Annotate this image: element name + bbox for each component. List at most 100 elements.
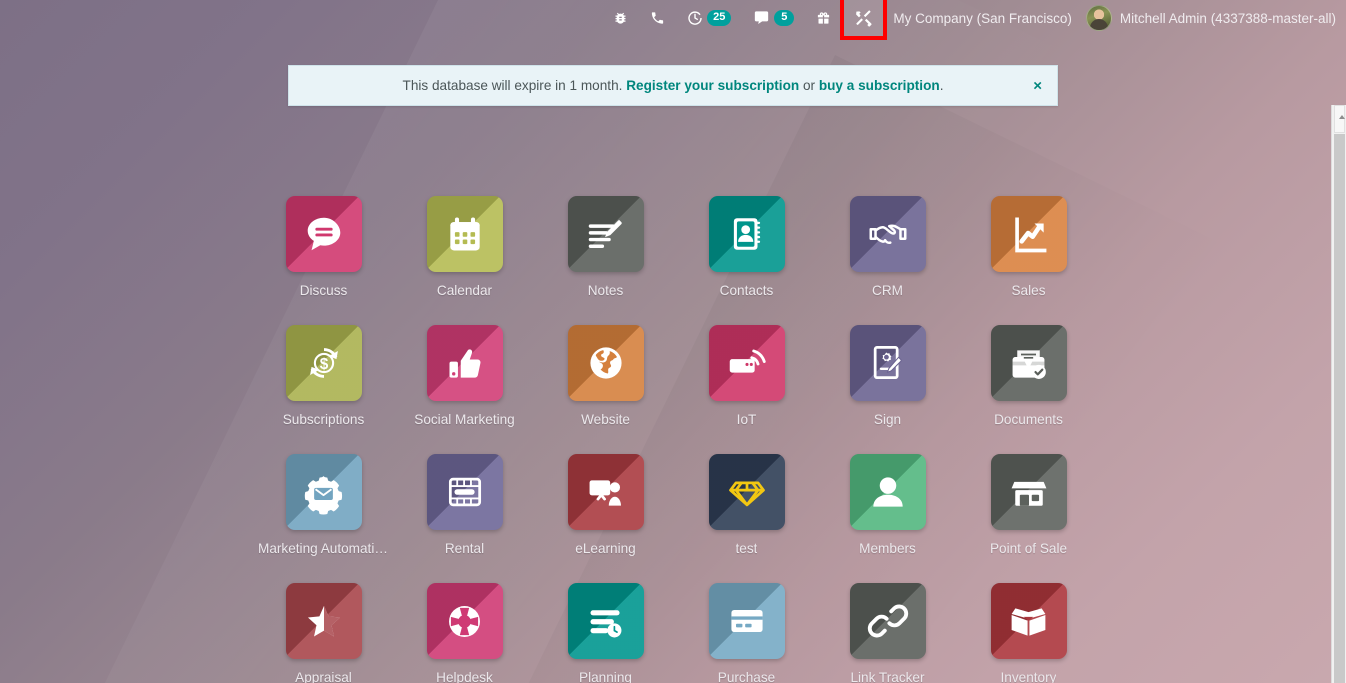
app-tile-rental[interactable]: Rental: [394, 454, 535, 556]
app-label: IoT: [736, 412, 757, 427]
link-icon: [849, 583, 926, 659]
svg-text:$: $: [319, 356, 328, 373]
phone-icon: [650, 10, 665, 26]
app-tile-notes[interactable]: Notes: [535, 196, 676, 298]
banner-middle-text: or: [799, 78, 819, 93]
apps-grid: Discuss Calendar Notes Contacts CRM Sales $ Sub…: [0, 196, 1346, 683]
sales-icon: [990, 196, 1067, 272]
app-label: CRM: [872, 283, 903, 298]
app-label: Website: [581, 412, 630, 427]
crm-icon: [849, 196, 926, 272]
scrollbar-thumb[interactable]: [1334, 105, 1345, 133]
iot-icon: [708, 325, 785, 401]
app-tile-sign[interactable]: Sign: [817, 325, 958, 427]
activities-icon: [687, 10, 703, 26]
app-tile-members[interactable]: Members: [817, 454, 958, 556]
systray: 25 5: [602, 0, 888, 40]
website-icon: [567, 325, 644, 401]
app-tile-planning[interactable]: Planning: [535, 583, 676, 683]
app-tile-link-tracker[interactable]: Link Tracker: [817, 583, 958, 683]
app-label: Sign: [873, 412, 902, 427]
user-menu-label: Mitchell Admin (4337388-master-all): [1119, 10, 1336, 26]
notes-icon: [567, 196, 644, 272]
marketing-automation-icon: [285, 454, 362, 530]
app-label: Appraisal: [295, 670, 352, 683]
expiration-banner-wrapper: This database will expire in 1 month. Re…: [0, 65, 1346, 106]
app-tile-appraisal[interactable]: Appraisal: [253, 583, 394, 683]
app-label: Sales: [1011, 283, 1046, 298]
app-tile-crm[interactable]: CRM: [817, 196, 958, 298]
app-label: Social Marketing: [414, 412, 515, 427]
app-tile-point-of-sale[interactable]: Point of Sale: [958, 454, 1099, 556]
gift-systray-item[interactable]: [805, 0, 842, 36]
app-tile-inventory[interactable]: Inventory: [958, 583, 1099, 683]
app-tile-discuss[interactable]: Discuss: [253, 196, 394, 298]
app-tile-social-marketing[interactable]: Social Marketing: [394, 325, 535, 427]
expiration-banner: This database will expire in 1 month. Re…: [288, 65, 1058, 106]
social-icon: [426, 325, 503, 401]
close-banner-button[interactable]: ×: [1033, 77, 1042, 94]
buy-subscription-link[interactable]: buy a subscription: [819, 78, 940, 93]
messages-systray-item[interactable]: 5: [742, 0, 805, 36]
app-label: Contacts: [719, 283, 774, 298]
app-label: Documents: [994, 412, 1063, 427]
documents-icon: [990, 325, 1067, 401]
activities-systray-item[interactable]: 25: [676, 0, 742, 36]
counter-badge: 25: [707, 10, 732, 26]
app-tile-purchase[interactable]: Purchase: [676, 583, 817, 683]
tools-icon: [854, 9, 873, 28]
app-label: Helpdesk: [436, 670, 493, 683]
app-label: Purchase: [717, 670, 776, 683]
subscriptions-icon: $: [285, 325, 362, 401]
app-label: Discuss: [299, 283, 348, 298]
purchase-icon: [708, 583, 785, 659]
bug-icon: [613, 10, 628, 26]
counter-badge: 5: [774, 10, 795, 26]
scrollbar-track[interactable]: [1334, 134, 1345, 683]
banner-tail-text: .: [939, 78, 944, 93]
app-tile-elearning[interactable]: eLearning: [535, 454, 676, 556]
app-tile-marketing-automation[interactable]: Marketing Automation: [253, 454, 394, 556]
app-tile-iot[interactable]: IoT: [676, 325, 817, 427]
banner-lead-text: This database will expire in 1 month.: [402, 78, 623, 93]
app-label: Rental: [444, 541, 485, 556]
app-tile-documents[interactable]: Documents: [958, 325, 1099, 427]
phone-systray-item[interactable]: [639, 0, 676, 36]
helpdesk-icon: [426, 583, 503, 659]
scroll-up-arrow-icon: [1339, 115, 1345, 119]
discuss-icon: [285, 196, 362, 272]
register-subscription-link[interactable]: Register your subscription: [626, 78, 799, 93]
planning-icon: [567, 583, 644, 659]
app-tile-test[interactable]: test: [676, 454, 817, 556]
app-tile-calendar[interactable]: Calendar: [394, 196, 535, 298]
appraisal-icon: [285, 583, 362, 659]
app-label: test: [735, 541, 758, 556]
diamond-icon: [708, 454, 785, 530]
app-tile-contacts[interactable]: Contacts: [676, 196, 817, 298]
app-label: Link Tracker: [850, 670, 925, 683]
gift-icon: [816, 10, 831, 26]
pos-icon: [990, 454, 1067, 530]
app-label: Subscriptions: [282, 412, 365, 427]
bug-systray-item[interactable]: [602, 0, 639, 36]
members-icon: [849, 454, 926, 530]
elearning-icon: [567, 454, 644, 530]
app-tile-subscriptions[interactable]: $ Subscriptions: [253, 325, 394, 427]
app-label: Members: [859, 541, 916, 556]
app-label: Planning: [579, 670, 632, 683]
company-switcher[interactable]: My Company (San Francisco): [893, 11, 1072, 26]
expiration-banner-text: This database will expire in 1 month. Re…: [403, 78, 944, 93]
contacts-icon: [708, 196, 785, 272]
sign-icon: [849, 325, 926, 401]
user-menu[interactable]: Mitchell Admin (4337388-master-all): [1076, 5, 1336, 31]
app-label: eLearning: [575, 541, 636, 556]
inventory-icon: [990, 583, 1067, 659]
tools-systray-item[interactable]: [840, 0, 888, 40]
app-tile-website[interactable]: Website: [535, 325, 676, 427]
vertical-scrollbar[interactable]: [1331, 105, 1346, 683]
messages-icon: [753, 10, 770, 26]
app-tile-helpdesk[interactable]: Helpdesk: [394, 583, 535, 683]
app-label: Point of Sale: [989, 541, 1068, 556]
app-tile-sales[interactable]: Sales: [958, 196, 1099, 298]
app-label: Inventory: [1000, 670, 1057, 683]
